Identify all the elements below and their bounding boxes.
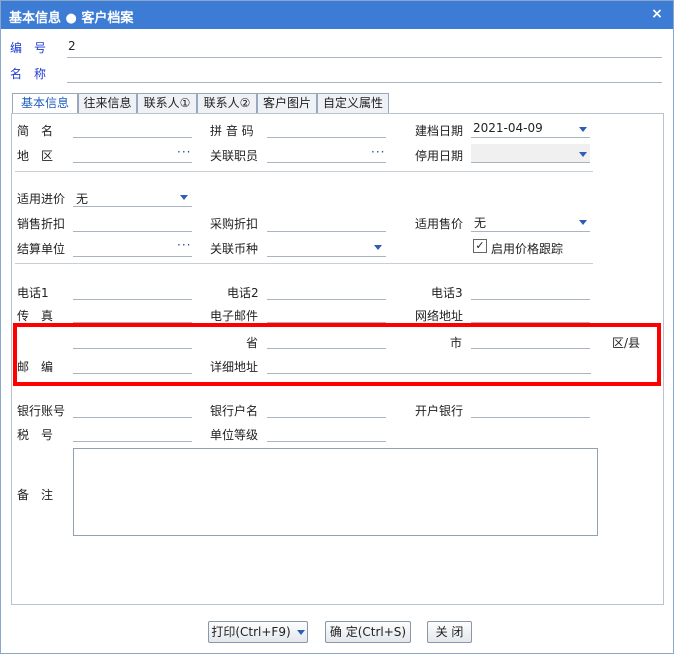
sales-discount-label: 销售折扣 bbox=[17, 217, 66, 231]
close-button[interactable]: 关 闭 bbox=[427, 621, 472, 643]
use-sale-price-dropdown-icon[interactable] bbox=[579, 220, 587, 225]
created-date-label: 建档日期 bbox=[415, 124, 464, 138]
fax-input[interactable] bbox=[73, 322, 192, 323]
use-sale-price-label: 适用售价 bbox=[415, 217, 464, 231]
tab-basic-info[interactable]: 基本信息 bbox=[12, 93, 78, 114]
tab-contact-1[interactable]: 联系人① bbox=[137, 93, 197, 113]
price-tracking-label: 启用价格跟踪 bbox=[491, 242, 564, 256]
settlement-unit-browse-icon[interactable]: ··· bbox=[177, 238, 191, 252]
customer-profile-window: 基本信息 ● 客户档案 × 编 号 2 名 称 基本信息 往来信息 联系人① 联… bbox=[0, 0, 674, 654]
bank-account-label: 银行账号 bbox=[17, 404, 66, 418]
disabled-date-dropdown-icon[interactable] bbox=[579, 152, 587, 157]
tab-custom-attributes[interactable]: 自定义属性 bbox=[317, 93, 389, 113]
email-label: 电子邮件 bbox=[210, 309, 259, 323]
phone1-input[interactable] bbox=[73, 299, 192, 300]
bank-account-input[interactable] bbox=[73, 417, 192, 418]
purchase-discount-input[interactable] bbox=[267, 231, 386, 232]
close-icon[interactable]: × bbox=[651, 7, 663, 21]
name-label: 名 称 bbox=[10, 67, 47, 81]
pinyin-label: 拼 音 码 bbox=[210, 124, 254, 138]
remark-textarea[interactable] bbox=[73, 448, 598, 536]
tab-contact-2[interactable]: 联系人② bbox=[197, 93, 257, 113]
disabled-date-underline bbox=[471, 162, 590, 163]
address-detail-input[interactable] bbox=[267, 373, 591, 374]
use-purchase-price-dropdown-icon[interactable] bbox=[180, 195, 188, 200]
settlement-unit-label: 结算单位 bbox=[17, 242, 66, 256]
address-country-input[interactable] bbox=[73, 348, 192, 349]
short-name-input[interactable] bbox=[73, 137, 192, 138]
short-name-label: 简 名 bbox=[17, 124, 54, 138]
tab-transactions[interactable]: 往来信息 bbox=[78, 93, 137, 113]
purchase-discount-label: 采购折扣 bbox=[210, 217, 259, 231]
tab-customer-images[interactable]: 客户图片 bbox=[257, 93, 317, 113]
bank-holder-input[interactable] bbox=[267, 417, 386, 418]
disabled-date-input[interactable] bbox=[471, 144, 590, 162]
name-input[interactable] bbox=[67, 82, 662, 83]
related-currency-input[interactable] bbox=[267, 256, 386, 257]
city-input[interactable] bbox=[471, 348, 590, 349]
region-input[interactable] bbox=[73, 162, 192, 163]
tax-no-label: 税 号 bbox=[17, 428, 54, 442]
postcode-label: 邮 编 bbox=[17, 360, 54, 374]
address-detail-label: 详细地址 bbox=[210, 360, 259, 374]
fax-label: 传 真 bbox=[17, 309, 54, 323]
email-input[interactable] bbox=[267, 322, 386, 323]
related-staff-input[interactable] bbox=[267, 162, 386, 163]
bank-name-input[interactable] bbox=[471, 417, 590, 418]
postcode-input[interactable] bbox=[73, 373, 192, 374]
section-divider bbox=[15, 263, 593, 264]
province-label: 省 bbox=[246, 336, 259, 350]
unit-level-label: 单位等级 bbox=[210, 428, 259, 442]
website-label: 网络地址 bbox=[415, 309, 464, 323]
print-button[interactable]: 打印(Ctrl+F9) bbox=[208, 621, 308, 643]
window-title: 基本信息 ● 客户档案 bbox=[9, 11, 134, 26]
confirm-button[interactable]: 确 定(Ctrl+S) bbox=[325, 621, 411, 643]
title-bar: 基本信息 ● 客户档案 × bbox=[1, 1, 673, 29]
website-input[interactable] bbox=[471, 322, 590, 323]
bank-holder-label: 银行户名 bbox=[210, 404, 259, 418]
created-date-underline bbox=[471, 137, 590, 138]
unit-level-input[interactable] bbox=[267, 441, 386, 442]
use-sale-price-underline bbox=[471, 231, 590, 232]
disabled-date-label: 停用日期 bbox=[415, 149, 464, 163]
print-dropdown-icon[interactable] bbox=[296, 630, 305, 635]
bank-name-label: 开户银行 bbox=[415, 404, 464, 418]
region-browse-icon[interactable]: ··· bbox=[177, 145, 191, 159]
phone2-label: 电话2 bbox=[227, 286, 259, 300]
remark-label: 备 注 bbox=[17, 488, 54, 502]
related-staff-browse-icon[interactable]: ··· bbox=[371, 145, 385, 159]
use-purchase-price-label: 适用进价 bbox=[17, 192, 66, 206]
created-date-value[interactable]: 2021-04-09 bbox=[473, 121, 543, 135]
code-label: 编 号 bbox=[10, 41, 47, 55]
city-label: 市 bbox=[450, 336, 463, 350]
phone3-label: 电话3 bbox=[431, 286, 463, 300]
use-sale-price-value[interactable]: 无 bbox=[474, 214, 486, 231]
tax-no-input[interactable] bbox=[73, 441, 192, 442]
use-purchase-price-underline bbox=[73, 206, 192, 207]
price-tracking-checkbox[interactable]: ✓ bbox=[473, 239, 487, 253]
district-label: 区/县 bbox=[612, 336, 641, 350]
related-staff-label: 关联职员 bbox=[210, 149, 259, 163]
code-input-underline bbox=[67, 57, 662, 58]
region-label: 地 区 bbox=[17, 149, 54, 163]
phone3-input[interactable] bbox=[471, 299, 590, 300]
phone1-label: 电话1 bbox=[17, 286, 49, 300]
print-button-label: 打印(Ctrl+F9) bbox=[211, 625, 291, 639]
settlement-unit-input[interactable] bbox=[73, 256, 192, 257]
sales-discount-input[interactable] bbox=[73, 231, 192, 232]
section-divider bbox=[15, 171, 593, 172]
pinyin-input[interactable] bbox=[267, 137, 386, 138]
province-input[interactable] bbox=[267, 348, 386, 349]
phone2-input[interactable] bbox=[267, 299, 386, 300]
code-input[interactable]: 2 bbox=[68, 39, 76, 53]
related-currency-label: 关联币种 bbox=[210, 242, 259, 256]
use-purchase-price-value[interactable]: 无 bbox=[76, 190, 88, 207]
created-date-dropdown-icon[interactable] bbox=[579, 127, 587, 132]
related-currency-dropdown-icon[interactable] bbox=[374, 245, 382, 250]
